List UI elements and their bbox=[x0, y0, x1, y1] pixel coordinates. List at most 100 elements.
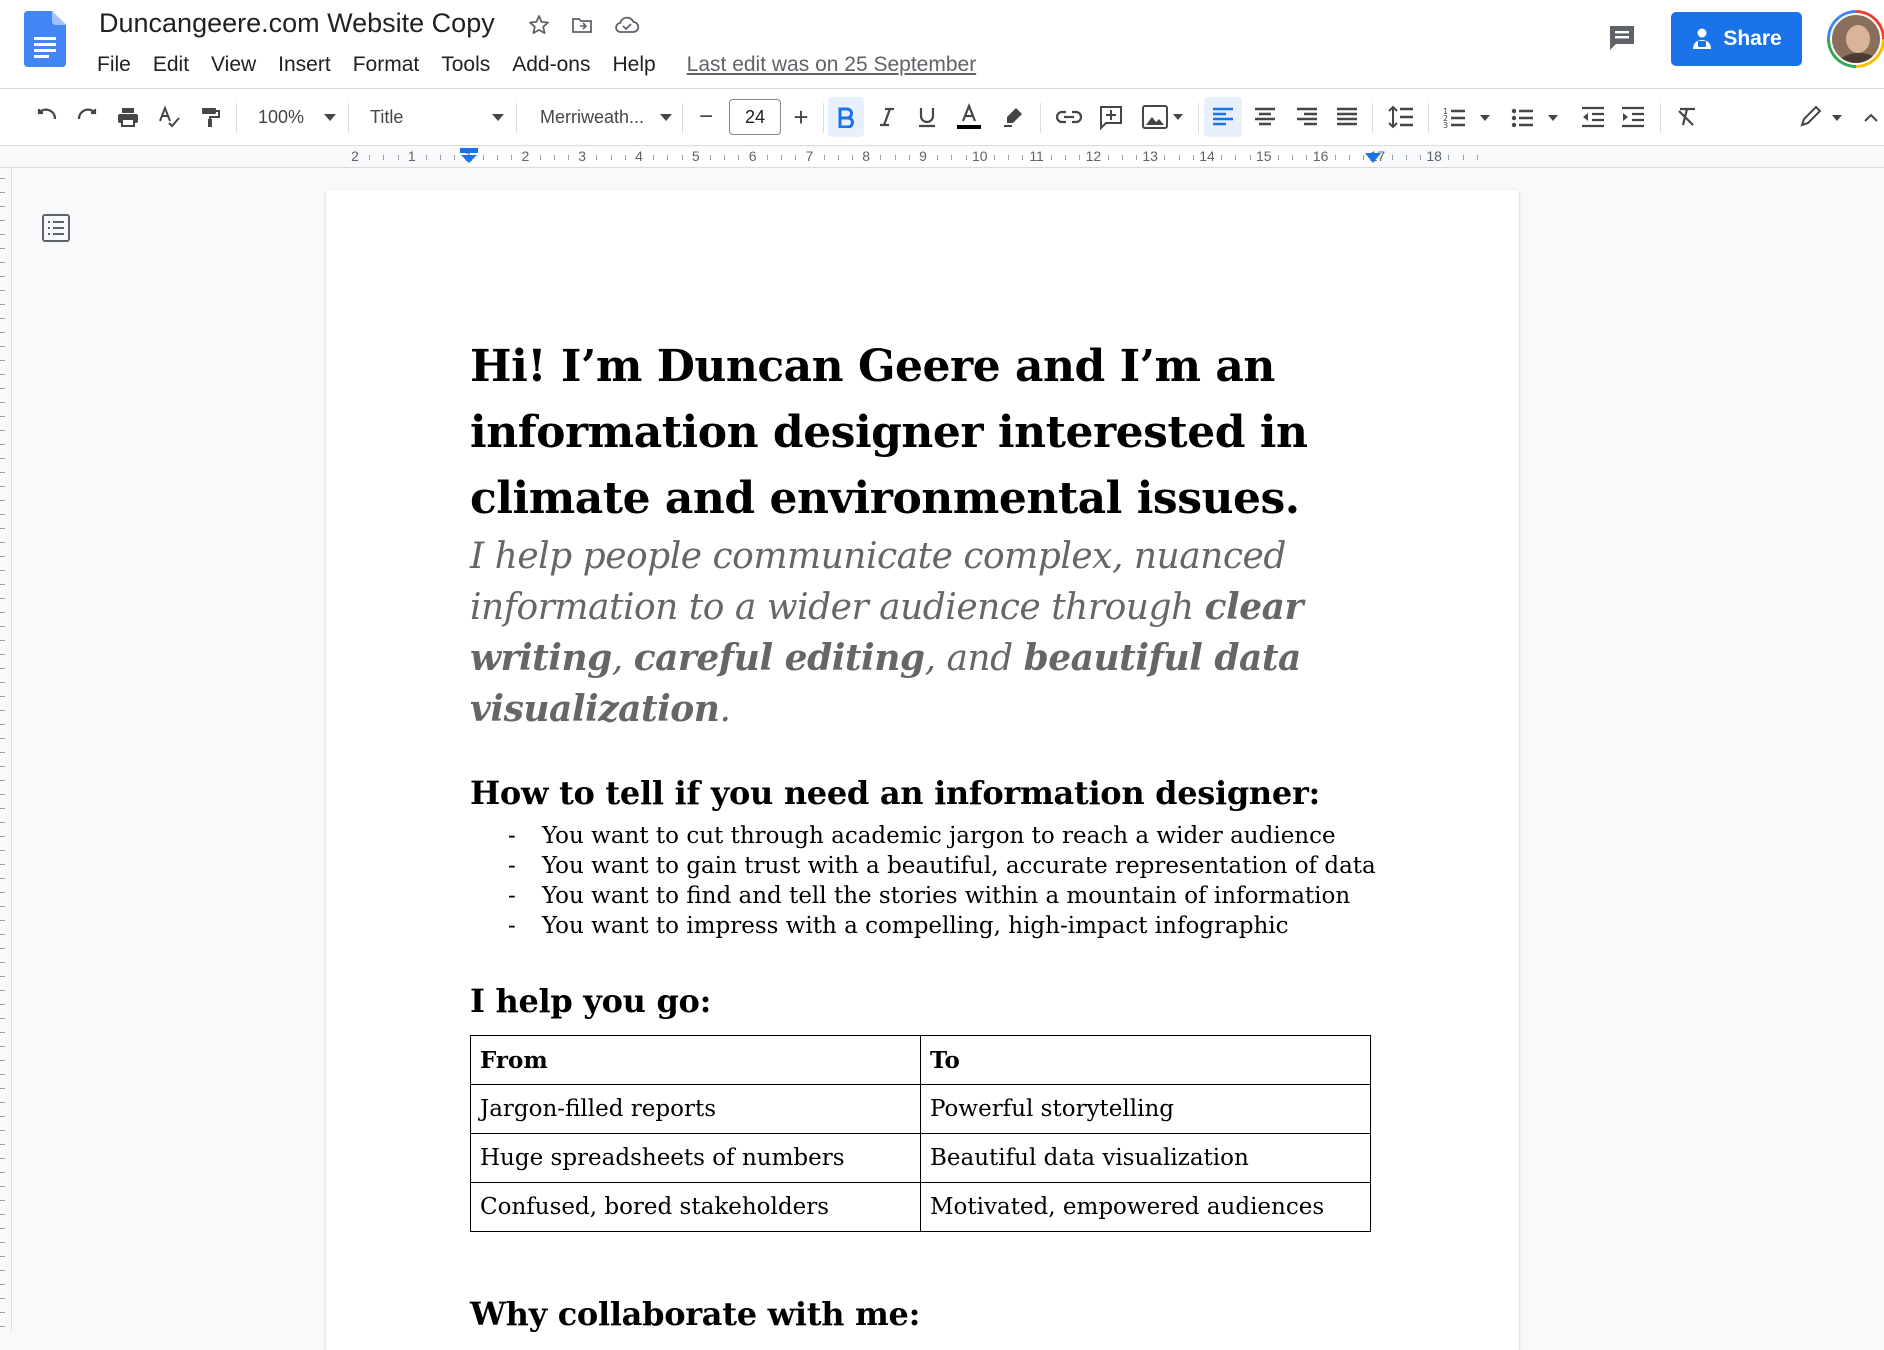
table-row: Confused, bored stakeholders Motivated, … bbox=[470, 1182, 1371, 1232]
menu-addons[interactable]: Add-ons bbox=[501, 51, 601, 79]
line-spacing-button[interactable] bbox=[1384, 97, 1418, 137]
font-family-dropdown[interactable]: Merriweath... bbox=[540, 99, 672, 135]
account-avatar[interactable] bbox=[1827, 10, 1884, 68]
table-row: Jargon-filled reports Powerful storytell… bbox=[470, 1084, 1371, 1134]
star-icon[interactable] bbox=[526, 12, 552, 38]
right-indent-marker-icon[interactable] bbox=[1364, 152, 1382, 164]
ruler-tick bbox=[1136, 155, 1137, 160]
menu-bar: File Edit View Insert Format Tools Add-o… bbox=[86, 50, 976, 80]
vertical-ruler-tick bbox=[0, 640, 5, 641]
vertical-ruler-tick bbox=[0, 570, 5, 571]
vertical-ruler[interactable] bbox=[0, 168, 12, 1332]
ruler-tick bbox=[1334, 155, 1336, 160]
vertical-ruler-tick bbox=[0, 206, 5, 207]
align-right-button[interactable] bbox=[1290, 97, 1324, 137]
numbered-list-icon: 123 bbox=[1443, 107, 1490, 129]
text-color-icon bbox=[957, 103, 981, 129]
vertical-ruler-tick bbox=[0, 290, 5, 291]
vertical-ruler-tick bbox=[0, 1228, 5, 1229]
increase-font-size-button[interactable]: + bbox=[785, 97, 817, 137]
ruler-tick bbox=[1278, 155, 1279, 160]
document-page[interactable]: Hi! I’m Duncan Geere and I’m an informat… bbox=[326, 190, 1519, 1350]
table-cell: Confused, bored stakeholders bbox=[470, 1182, 921, 1232]
vertical-ruler-tick bbox=[0, 1046, 5, 1047]
vertical-ruler-tick bbox=[0, 654, 5, 655]
vertical-ruler-tick bbox=[0, 542, 5, 543]
menu-format[interactable]: Format bbox=[342, 51, 431, 79]
bulleted-list-button[interactable] bbox=[1508, 97, 1564, 137]
hide-menus-button[interactable] bbox=[1858, 97, 1884, 137]
toolbar-divider bbox=[516, 103, 517, 133]
bold-button[interactable] bbox=[828, 97, 864, 137]
ruler-number: 12 bbox=[1085, 148, 1102, 164]
google-docs-logo-icon[interactable] bbox=[24, 11, 66, 67]
ruler-tick bbox=[667, 155, 669, 160]
ruler-number: 14 bbox=[1199, 148, 1215, 164]
link-icon bbox=[1055, 110, 1083, 124]
ruler-tick bbox=[1462, 155, 1464, 160]
editing-mode-button[interactable] bbox=[1796, 97, 1850, 137]
vertical-ruler-tick bbox=[0, 864, 5, 865]
menu-insert[interactable]: Insert bbox=[267, 51, 342, 79]
left-indent-marker-icon[interactable] bbox=[460, 148, 478, 164]
list-item: You want to cut through academic jargon … bbox=[508, 821, 1340, 851]
vertical-ruler-tick bbox=[0, 262, 5, 263]
ruler-tick bbox=[1192, 155, 1194, 160]
paint-format-button[interactable] bbox=[193, 97, 227, 137]
decrease-font-size-button[interactable]: − bbox=[690, 97, 722, 137]
last-edit-link[interactable]: Last edit was on 25 September bbox=[687, 53, 977, 77]
font-size-input[interactable]: 24 bbox=[729, 99, 781, 135]
ruler-tick bbox=[724, 155, 726, 160]
undo-button[interactable] bbox=[30, 97, 64, 137]
section-heading-help: I help you go: bbox=[470, 982, 712, 1020]
menu-view[interactable]: View bbox=[200, 51, 267, 79]
justify-button[interactable] bbox=[1330, 97, 1364, 137]
share-label: Share bbox=[1723, 27, 1782, 50]
decrease-indent-button[interactable] bbox=[1576, 97, 1610, 137]
vertical-ruler-tick bbox=[0, 1172, 5, 1173]
text-color-button[interactable] bbox=[952, 97, 986, 137]
list-item: You want to impress with a compelling, h… bbox=[508, 911, 1340, 941]
print-button[interactable] bbox=[111, 97, 145, 137]
italic-button[interactable] bbox=[870, 97, 904, 137]
table-cell: Jargon-filled reports bbox=[470, 1084, 921, 1134]
insert-link-button[interactable] bbox=[1052, 97, 1086, 137]
cloud-saved-icon[interactable] bbox=[614, 12, 640, 38]
menu-tools[interactable]: Tools bbox=[430, 51, 501, 79]
align-center-button[interactable] bbox=[1248, 97, 1282, 137]
comments-button[interactable] bbox=[1602, 18, 1642, 58]
vertical-ruler-tick bbox=[0, 486, 5, 487]
vertical-ruler-tick bbox=[0, 808, 5, 809]
document-outline-button[interactable] bbox=[40, 212, 72, 244]
vertical-ruler-tick bbox=[0, 360, 5, 361]
vertical-ruler-tick bbox=[0, 416, 5, 417]
paragraph-style-dropdown[interactable]: Title bbox=[370, 99, 504, 135]
horizontal-ruler[interactable]: 21123456789101112131415161718 bbox=[0, 146, 1884, 168]
share-button[interactable]: Share bbox=[1671, 12, 1802, 66]
underline-button[interactable] bbox=[910, 97, 944, 137]
spellcheck-button[interactable] bbox=[152, 97, 186, 137]
redo-button[interactable] bbox=[70, 97, 104, 137]
clear-formatting-button[interactable] bbox=[1670, 97, 1704, 137]
vertical-ruler-tick bbox=[0, 1284, 5, 1285]
insert-image-button[interactable] bbox=[1136, 97, 1190, 137]
ruler-tick bbox=[1306, 155, 1308, 160]
vertical-ruler-tick bbox=[0, 514, 5, 515]
menu-edit[interactable]: Edit bbox=[142, 51, 200, 79]
menu-file[interactable]: File bbox=[86, 51, 142, 79]
increase-indent-button[interactable] bbox=[1616, 97, 1650, 137]
vertical-ruler-tick bbox=[0, 234, 5, 235]
add-comment-button[interactable] bbox=[1094, 97, 1128, 137]
ruler-tick bbox=[738, 155, 740, 160]
highlight-color-button[interactable] bbox=[996, 97, 1030, 137]
highlighter-icon bbox=[1004, 108, 1022, 127]
vertical-ruler-tick bbox=[0, 794, 5, 795]
move-folder-icon[interactable] bbox=[569, 12, 595, 38]
numbered-list-button[interactable]: 123 bbox=[1440, 97, 1496, 137]
align-left-button[interactable] bbox=[1204, 97, 1242, 137]
svg-text:3: 3 bbox=[1443, 121, 1448, 129]
document-body[interactable]: Hi! I’m Duncan Geere and I’m an informat… bbox=[470, 334, 1376, 1334]
document-title[interactable]: Duncangeere.com Website Copy bbox=[99, 8, 495, 39]
menu-help[interactable]: Help bbox=[601, 51, 666, 79]
zoom-dropdown[interactable]: 100% bbox=[258, 99, 336, 135]
